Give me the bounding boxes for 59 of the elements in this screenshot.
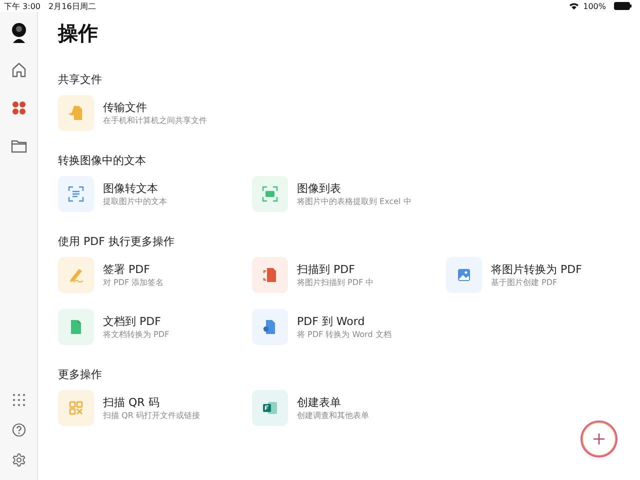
action-description: 对 PDF 添加签名 [103,278,164,288]
action-description: 基于图片创建 PDF [491,278,558,288]
action-item[interactable]: 图像到表 将图片中的表格提取到 Excel 中 [252,176,446,212]
plus-icon [593,433,605,445]
file-icon [262,319,278,335]
action-title: 文档到 PDF [103,314,162,328]
action-item[interactable]: 扫描 QR 码 扫描 QR 码打开文件或链接 [58,390,252,426]
action-description: 创建调查和其他表单 [297,410,369,420]
file-arrow-icon [68,105,84,121]
action-description: 将文档转换为 PDF [103,330,170,340]
document-icon [68,319,84,335]
wifi-icon [569,2,580,10]
action-description: 在手机和计算机之间共享文件 [103,116,207,126]
apps-icon [12,101,26,115]
settings-icon [12,453,26,467]
action-item[interactable]: 图像转文本 提取图片中的文本 [58,176,252,212]
dot-grid-icon [12,394,24,406]
action-title: 签署 PDF [103,262,151,276]
status-date: 2月16日周二 [48,0,96,12]
file-scan-icon [262,267,278,283]
image-icon [456,267,472,283]
help-icon [12,423,26,437]
add-button[interactable] [582,422,616,456]
status-time: 下午 3:00 [4,0,41,12]
pen-icon [68,267,84,283]
action-title: 创建表单 [297,396,342,410]
action-title: 图像到表 [297,182,342,196]
action-description: 将图片扫描到 PDF 中 [297,278,374,288]
action-item[interactable]: 创建表单 创建调查和其他表单 [252,390,446,426]
action-title: 扫描 QR 码 [103,396,160,410]
action-description: 扫描 QR 码打开文件或链接 [103,410,200,420]
action-item[interactable]: 传输文件 在手机和计算机之间共享文件 [58,95,252,131]
action-title: 图像转文本 [103,182,159,196]
action-description: 提取图片中的文本 [103,196,167,206]
action-description: 将 PDF 转换为 Word 文档 [297,330,392,340]
battery-icon [614,2,632,10]
text-scan-icon [68,186,84,202]
section-heading: 转换图像中的文本 [58,153,147,169]
action-title: PDF 到 Word [297,314,366,328]
section-heading: 使用 PDF 执行更多操作 [58,234,176,250]
action-item[interactable]: PDF 到 Word 将 PDF 转换为 Word 文档 [252,309,446,345]
action-item[interactable]: 文档到 PDF 将文档转换为 PDF [58,309,252,345]
action-item[interactable]: 签署 PDF 对 PDF 添加签名 [58,257,252,293]
form-icon [262,400,278,416]
table-scan-icon [262,186,278,202]
section-heading: 更多操作 [58,367,103,383]
page-title: 操作 [58,20,99,47]
action-title: 传输文件 [103,100,148,114]
action-item[interactable]: 将图片转换为 PDF 基于图片创建 PDF [446,257,640,293]
action-item[interactable]: 扫描到 PDF 将图片扫描到 PDF 中 [252,257,446,293]
home-icon [10,62,26,78]
action-title: 将图片转换为 PDF [491,262,582,276]
avatar-icon[interactable] [10,22,28,44]
battery-level: 100% [583,2,606,10]
action-description: 将图片中的表格提取到 Excel 中 [297,196,412,206]
qr-code-icon [68,400,84,416]
section-heading: 共享文件 [58,72,103,88]
action-title: 扫描到 PDF [297,262,356,276]
folder-icon [10,139,26,153]
